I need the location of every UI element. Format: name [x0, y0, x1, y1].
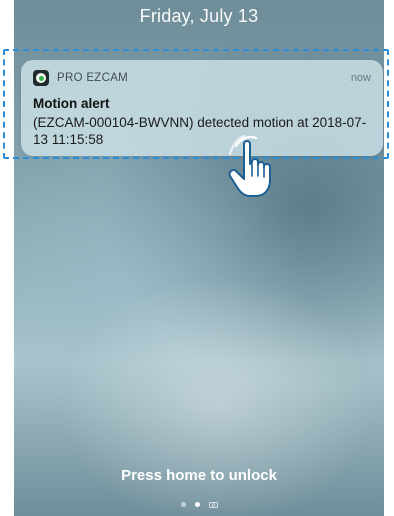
page-indicator[interactable]	[14, 501, 384, 508]
unlock-hint: Press home to unlock	[121, 467, 277, 484]
notification-highlight-frame	[3, 49, 389, 159]
lock-screen-date: Friday, July 13	[139, 6, 259, 26]
page-dot-active[interactable]	[194, 502, 200, 507]
pointing-hand-icon	[228, 134, 271, 197]
camera-icon[interactable]	[208, 501, 218, 508]
page-dot[interactable]	[180, 502, 186, 507]
